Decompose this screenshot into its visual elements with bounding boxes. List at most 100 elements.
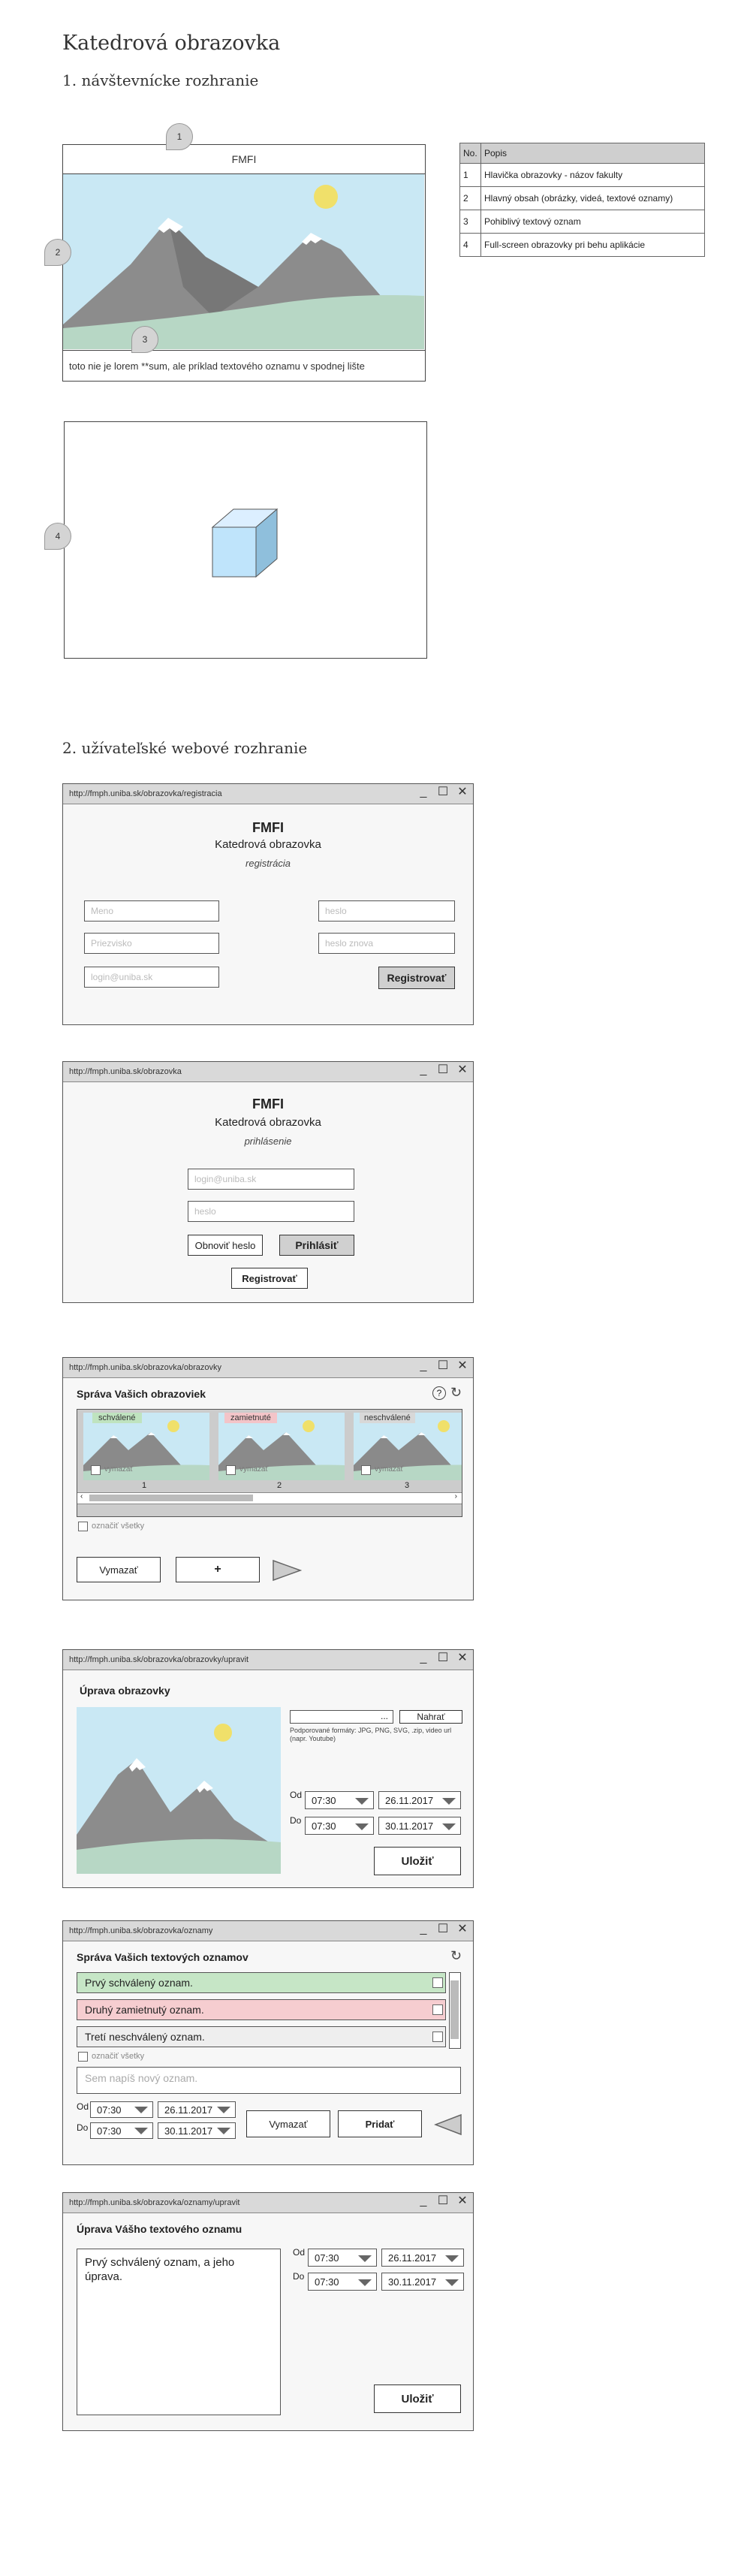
register-button[interactable]: Registrovať [231,1268,308,1289]
maximize-icon[interactable]: ☐ [437,1064,449,1076]
screen-checkbox-2[interactable] [226,1465,236,1475]
legend-row: 3 Pohiblivý textový oznam [459,210,705,234]
notices-scrollbar[interactable] [449,1972,461,2049]
close-icon[interactable]: ✕ [456,786,468,798]
select-all-checkbox[interactable] [78,2052,88,2062]
help-icon[interactable]: ? [432,1386,446,1400]
notice-row-2[interactable]: Druhý zamietnutý oznam. [77,1999,446,2020]
legend-no: 3 [459,210,481,234]
app-title: FMFI [252,820,284,835]
minimize-icon[interactable]: _ [417,2195,429,2207]
delete-button[interactable]: Vymazať [246,2110,330,2137]
scroll-right-icon[interactable]: › [455,1492,457,1501]
url-text: http://fmph.uniba.sk/obrazovka/oznamy/up… [69,2198,240,2207]
notice-checkbox-3[interactable] [432,2032,443,2042]
back-arrow-icon[interactable] [434,2113,462,2136]
scroll-thumb[interactable] [450,1980,459,2039]
minimize-icon[interactable]: _ [417,1360,429,1372]
legend-desc: Hlavný obsah (obrázky, videá, textové oz… [480,186,705,210]
callout-2: 2 [44,239,71,266]
password-field[interactable]: heslo [318,900,455,922]
select-all-checkbox[interactable] [78,1522,88,1531]
maximize-icon[interactable]: ☐ [437,1923,449,1935]
refresh-icon[interactable]: ↻ [450,1948,462,1964]
legend-row: 1 Hlavička obrazovky - názov fakulty [459,163,705,187]
name-field[interactable]: Meno [84,900,219,922]
upload-button[interactable]: Nahrať [399,1710,462,1724]
minimize-icon[interactable]: _ [417,786,429,798]
minimize-icon[interactable]: _ [417,1923,429,1935]
visitor-header: FMFI [63,145,425,174]
maximize-icon[interactable]: ☐ [437,786,449,798]
titlebar: http://fmph.uniba.sk/obrazovka/obrazovky… [63,1650,473,1670]
close-icon[interactable]: ✕ [456,1652,468,1664]
to-time-select[interactable]: 07:30 [305,1817,374,1835]
add-button[interactable]: + [176,1557,260,1582]
screen-thumbnail-1[interactable]: schválené [83,1413,209,1480]
login-field[interactable]: login@uniba.sk [84,967,219,988]
url-text: http://fmph.uniba.sk/obrazovka/obrazovky [69,1363,221,1372]
carousel-scrollbar[interactable]: ‹ › [77,1492,462,1504]
save-button[interactable]: Uložiť [374,2384,461,2413]
minimize-icon[interactable]: _ [417,1652,429,1664]
from-date-select[interactable]: 26.11.2017 [381,2249,464,2267]
play-icon[interactable] [272,1559,302,1582]
login-button[interactable]: Prihlásiť [279,1235,354,1256]
notices-heading: Správa Vašich textových oznamov [77,1951,249,1963]
maximize-icon[interactable]: ☐ [437,2195,449,2207]
maximize-icon[interactable]: ☐ [437,1652,449,1664]
edit-screen-window: http://fmph.uniba.sk/obrazovka/obrazovky… [62,1649,474,1888]
screen-thumbnail-2[interactable]: zamietnuté [218,1413,345,1480]
notice-row-1[interactable]: Prvý schválený oznam. [77,1972,446,1993]
visitor-ticker: toto nie je lorem **sum, ale príklad tex… [63,350,425,381]
legend-desc: Hlavička obrazovky - názov fakulty [480,163,705,187]
from-label: Od [77,2101,89,2112]
register-button[interactable]: Registrovať [378,967,455,989]
form-caption: prihlásenie [244,1136,292,1147]
notice-checkbox-1[interactable] [432,1977,443,1988]
close-icon[interactable]: ✕ [456,1064,468,1076]
scroll-left-icon[interactable]: ‹ [80,1492,83,1501]
legend-no: 4 [459,233,481,257]
from-date-select[interactable]: 26.11.2017 [378,1791,461,1809]
minimize-icon[interactable]: _ [417,1064,429,1076]
url-text: http://fmph.uniba.sk/obrazovka/obrazovky… [69,1655,249,1664]
refresh-icon[interactable]: ↻ [450,1385,462,1401]
cube-icon [211,508,279,578]
reset-password-button[interactable]: Obnoviť heslo [188,1235,263,1256]
close-icon[interactable]: ✕ [456,2195,468,2207]
url-text: http://fmph.uniba.sk/obrazovka/registrac… [69,789,222,798]
to-date-select[interactable]: 30.11.2017 [378,1817,461,1835]
status-badge: schválené [92,1413,142,1423]
to-time-select[interactable]: 07:30 [308,2273,377,2291]
password-repeat-field[interactable]: heslo znova [318,933,455,954]
from-time-select[interactable]: 07:30 [305,1791,374,1809]
maximize-icon[interactable]: ☐ [437,1360,449,1372]
to-date-select[interactable]: 30.11.2017 [158,2122,236,2139]
from-date-select[interactable]: 26.11.2017 [158,2101,236,2118]
visitor-screen-mockup: FMFI toto nie je lorem **sum, ale príkla… [62,144,426,382]
new-notice-input[interactable]: Sem napíš nový oznam. [77,2067,461,2094]
callout-4: 4 [44,523,71,550]
file-input[interactable]: ... [290,1710,393,1724]
surname-field[interactable]: Priezvisko [84,933,219,954]
screens-carousel: schválené vymazať 1 zamietnuté vymazať 2… [77,1409,462,1517]
notice-row-3[interactable]: Tretí neschválený oznam. [77,2026,446,2047]
screen-checkbox-1[interactable] [91,1465,101,1475]
from-time-select[interactable]: 07:30 [308,2249,377,2267]
close-icon[interactable]: ✕ [456,1360,468,1372]
add-button[interactable]: Pridať [338,2110,422,2137]
legend-no: 1 [459,163,481,187]
save-button[interactable]: Uložiť [374,1847,461,1875]
scroll-thumb[interactable] [89,1495,253,1501]
close-icon[interactable]: ✕ [456,1923,468,1935]
notice-textarea[interactable]: Prvý schválený oznam, a jeho úprava. [77,2249,281,2415]
notice-checkbox-2[interactable] [432,2004,443,2015]
password-field[interactable]: heslo [188,1201,354,1222]
login-field[interactable]: login@uniba.sk [188,1169,354,1190]
from-time-select[interactable]: 07:30 [90,2101,153,2118]
to-date-select[interactable]: 30.11.2017 [381,2273,464,2291]
screen-checkbox-3[interactable] [361,1465,371,1475]
delete-button[interactable]: Vymazať [77,1557,161,1582]
to-time-select[interactable]: 07:30 [90,2122,153,2139]
